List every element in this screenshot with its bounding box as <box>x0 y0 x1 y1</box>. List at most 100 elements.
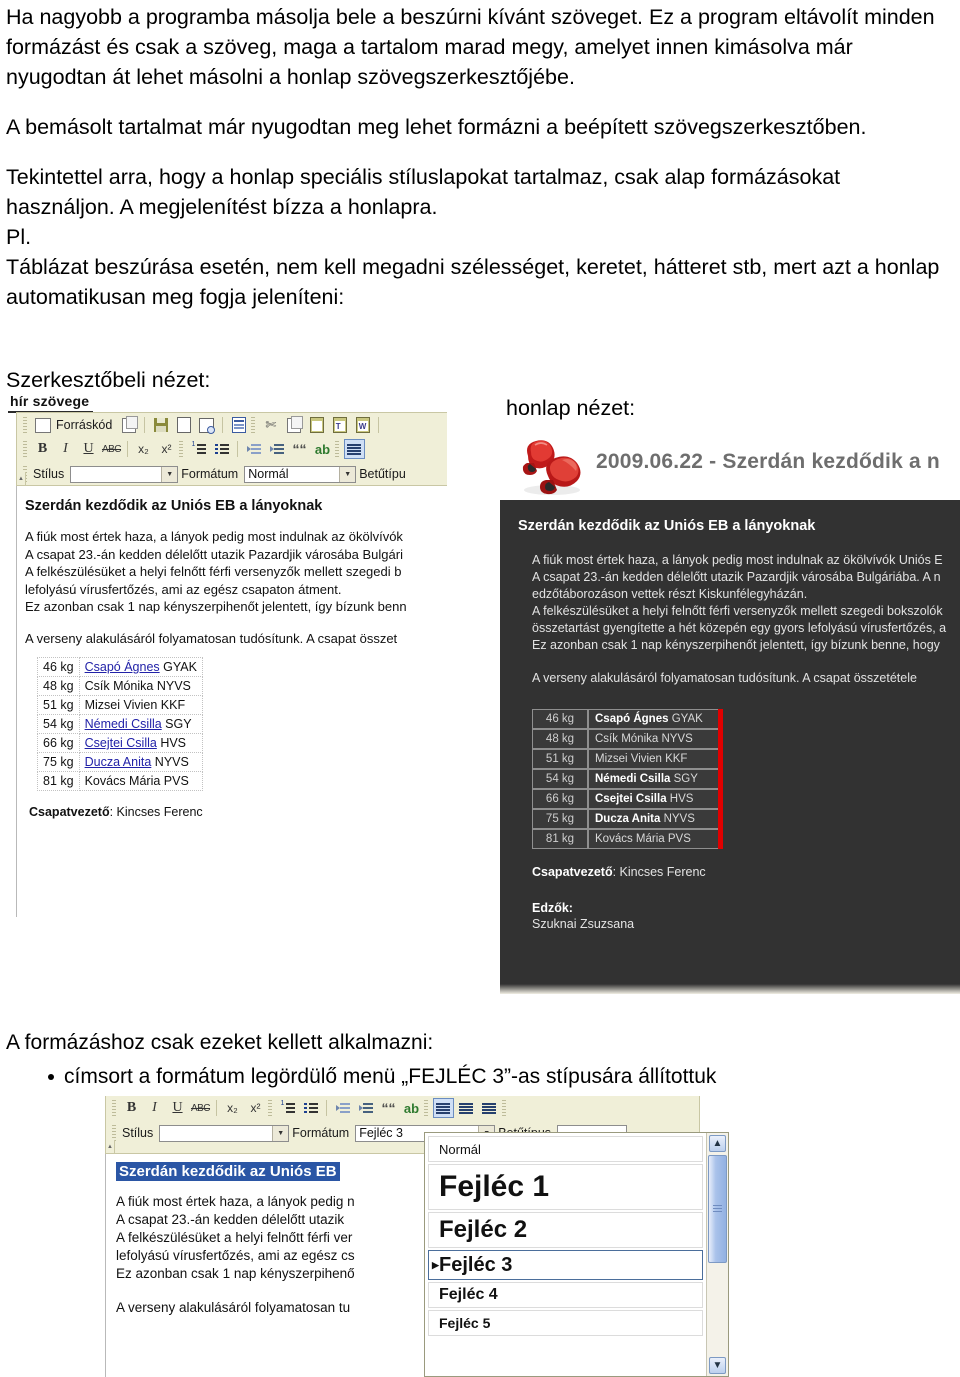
align-left-icon[interactable] <box>433 1098 454 1118</box>
paste-text-icon[interactable]: T <box>329 415 350 435</box>
format-dropdown-list[interactable]: Normál Fejléc 1 Fejléc 2 ▶ Fejléc 3 Fejléc 4 F… <box>425 1133 706 1376</box>
bulleted-list-icon[interactable] <box>300 1098 321 1118</box>
strikethrough-icon[interactable]: ABC <box>101 439 122 459</box>
dropdown-item[interactable]: ▶ Fejléc 3 <box>428 1250 703 1280</box>
athlete-link[interactable]: Némedi Csilla <box>85 717 162 731</box>
toolbar-collapse-icon[interactable]: ▲ <box>16 472 26 486</box>
increase-indent-icon[interactable] <box>266 439 287 459</box>
table-row: 48 kg Csík Mónika NYVS <box>532 729 720 749</box>
spellcheck-icon[interactable]: ab <box>312 439 333 459</box>
paste-icon[interactable] <box>306 415 327 435</box>
dropdown-item[interactable]: Fejléc 2 <box>428 1212 703 1248</box>
toolbar-grip-icon[interactable] <box>23 441 27 457</box>
site-coach-name: Szuknai Zsuzsana <box>532 917 635 931</box>
scroll-up-icon[interactable]: ▲ <box>709 1135 726 1152</box>
document-page: Ha nagyobb a programba másolja bele a be… <box>0 0 960 1377</box>
toolbar-grip-icon[interactable] <box>23 417 27 433</box>
scrollbar-thumb[interactable] <box>708 1155 727 1263</box>
format-dropdown[interactable]: Normál Fejléc 1 Fejléc 2 ▶ Fejléc 3 Fejléc 4 F… <box>424 1132 729 1377</box>
scroll-down-icon[interactable]: ▼ <box>709 1357 726 1374</box>
toolbar-grip-icon[interactable] <box>112 1125 116 1141</box>
prose-paragraph-3: Tekintettel arra, hogy a honlap speciáli… <box>6 165 841 219</box>
subscript-icon[interactable]: x₂ <box>133 439 154 459</box>
table-cell-athlete: Némedi Csilla SGY <box>588 769 720 789</box>
toolbar-grip-icon[interactable] <box>335 441 339 457</box>
strikethrough-icon[interactable]: ABC <box>190 1098 211 1118</box>
style-select[interactable]: ▼ <box>159 1124 290 1142</box>
align-left-icon[interactable] <box>344 439 365 459</box>
chevron-down-icon[interactable]: ▼ <box>161 466 178 482</box>
cut-icon[interactable]: ✄ <box>260 415 281 435</box>
chevron-down-icon[interactable]: ▼ <box>339 466 356 482</box>
numbered-list-icon[interactable] <box>277 1098 298 1118</box>
source-code-label[interactable]: Forráskód <box>55 418 116 432</box>
toolbar-grip-icon[interactable] <box>251 417 256 433</box>
copy-icon[interactable] <box>283 415 304 435</box>
athlete-link[interactable]: Csapó Ágnes <box>85 660 160 674</box>
toolbar-grip-icon[interactable] <box>179 441 183 457</box>
blockquote-icon[interactable]: ““ <box>289 439 310 459</box>
dropdown-item[interactable]: Fejléc 1 <box>428 1164 703 1210</box>
bulleted-list-icon[interactable] <box>211 439 232 459</box>
dropdown-item[interactable]: Fejléc 5 <box>428 1310 703 1336</box>
subscript-icon[interactable]: x₂ <box>222 1098 243 1118</box>
preview-icon[interactable] <box>196 415 217 435</box>
templates-icon[interactable] <box>118 415 139 435</box>
dropdown-item-label: Fejléc 5 <box>439 1315 491 1331</box>
document-properties-icon[interactable] <box>228 415 249 435</box>
editor-tab-label[interactable]: hír szövege <box>8 392 94 413</box>
chevron-down-icon[interactable]: ▼ <box>272 1125 289 1141</box>
table-cell-weight: 46 kg <box>37 657 80 677</box>
athlete-name: Ducza Anita <box>595 813 661 825</box>
decrease-indent-icon[interactable] <box>243 439 264 459</box>
new-page-icon[interactable] <box>173 415 194 435</box>
dropdown-item[interactable]: Fejléc 4 <box>428 1282 703 1308</box>
style-select[interactable]: ▼ <box>70 465 179 483</box>
table-cell-weight: 51 kg <box>37 695 80 715</box>
decrease-indent-icon[interactable] <box>332 1098 353 1118</box>
dropdown-item[interactable]: Normál <box>428 1136 703 1162</box>
boxing-gloves-icon <box>522 440 581 495</box>
editor-team-leader: Csapatvezető: Kincses Ferenc <box>29 805 447 819</box>
paste-word-icon[interactable]: W <box>352 415 373 435</box>
align-center-icon[interactable] <box>456 1098 477 1118</box>
superscript-icon[interactable]: x² <box>245 1098 266 1118</box>
superscript-icon[interactable]: x² <box>156 439 177 459</box>
editor-canvas[interactable]: Szerdán kezdődik az Uniós EB a lányoknak… <box>16 486 447 917</box>
italic-icon[interactable]: I <box>55 439 76 459</box>
bold-icon[interactable]: B <box>32 439 53 459</box>
increase-indent-icon[interactable] <box>355 1098 376 1118</box>
bold-icon[interactable]: B <box>121 1098 142 1118</box>
athlete-link[interactable]: Ducza Anita <box>85 755 152 769</box>
table-cell-athlete: Mizsei Vivien KKF <box>588 749 720 769</box>
format-select[interactable]: Normál ▼ <box>244 465 357 483</box>
underline-icon[interactable]: U <box>78 439 99 459</box>
toolbar-collapse-icon[interactable]: ▲ <box>105 1140 115 1154</box>
numbered-list-icon[interactable] <box>188 439 209 459</box>
blockquote-icon[interactable]: ““ <box>378 1098 399 1118</box>
toolbar-grip-icon[interactable] <box>112 1100 116 1116</box>
toolbar-grip-icon[interactable] <box>424 1100 428 1116</box>
italic-icon[interactable]: I <box>144 1098 165 1118</box>
prose-paragraph-1: Ha nagyobb a programba másolja bele a be… <box>6 5 935 89</box>
editor-team-table: 46 kg Csapó Ágnes GYAK 48 kg Csík Mónika NY… <box>37 657 203 791</box>
source-code-icon[interactable] <box>32 415 53 435</box>
toolbar-separator <box>378 417 380 433</box>
table-row: 54 kg Némedi Csilla SGY <box>37 714 203 734</box>
toolbar-grip-icon[interactable] <box>268 1100 272 1116</box>
dropdown-scrollbar[interactable]: ▲ ▼ <box>706 1133 728 1376</box>
editor-team-leader-label: Csapatvezető <box>29 805 110 819</box>
align-right-icon[interactable] <box>479 1098 500 1118</box>
bottom-toolbar-row-1: B I U ABC x₂ x² ““ ab <box>106 1096 699 1120</box>
table-cell-weight: 66 kg <box>37 733 80 753</box>
table-cell-weight: 51 kg <box>532 749 588 769</box>
save-icon[interactable] <box>150 415 171 435</box>
format-select-value: Normál <box>248 467 289 481</box>
spellcheck-icon[interactable]: ab <box>401 1098 422 1118</box>
toolbar-grip-icon[interactable] <box>502 1100 506 1116</box>
dropdown-item-label: Fejléc 1 <box>439 1170 550 1203</box>
underline-icon[interactable]: U <box>167 1098 188 1118</box>
table-cell-athlete: Mizsei Vivien KKF <box>78 695 203 715</box>
caption-editor-view: Szerkesztőbeli nézet: <box>6 368 211 392</box>
athlete-link[interactable]: Csejtei Csilla <box>85 736 157 750</box>
